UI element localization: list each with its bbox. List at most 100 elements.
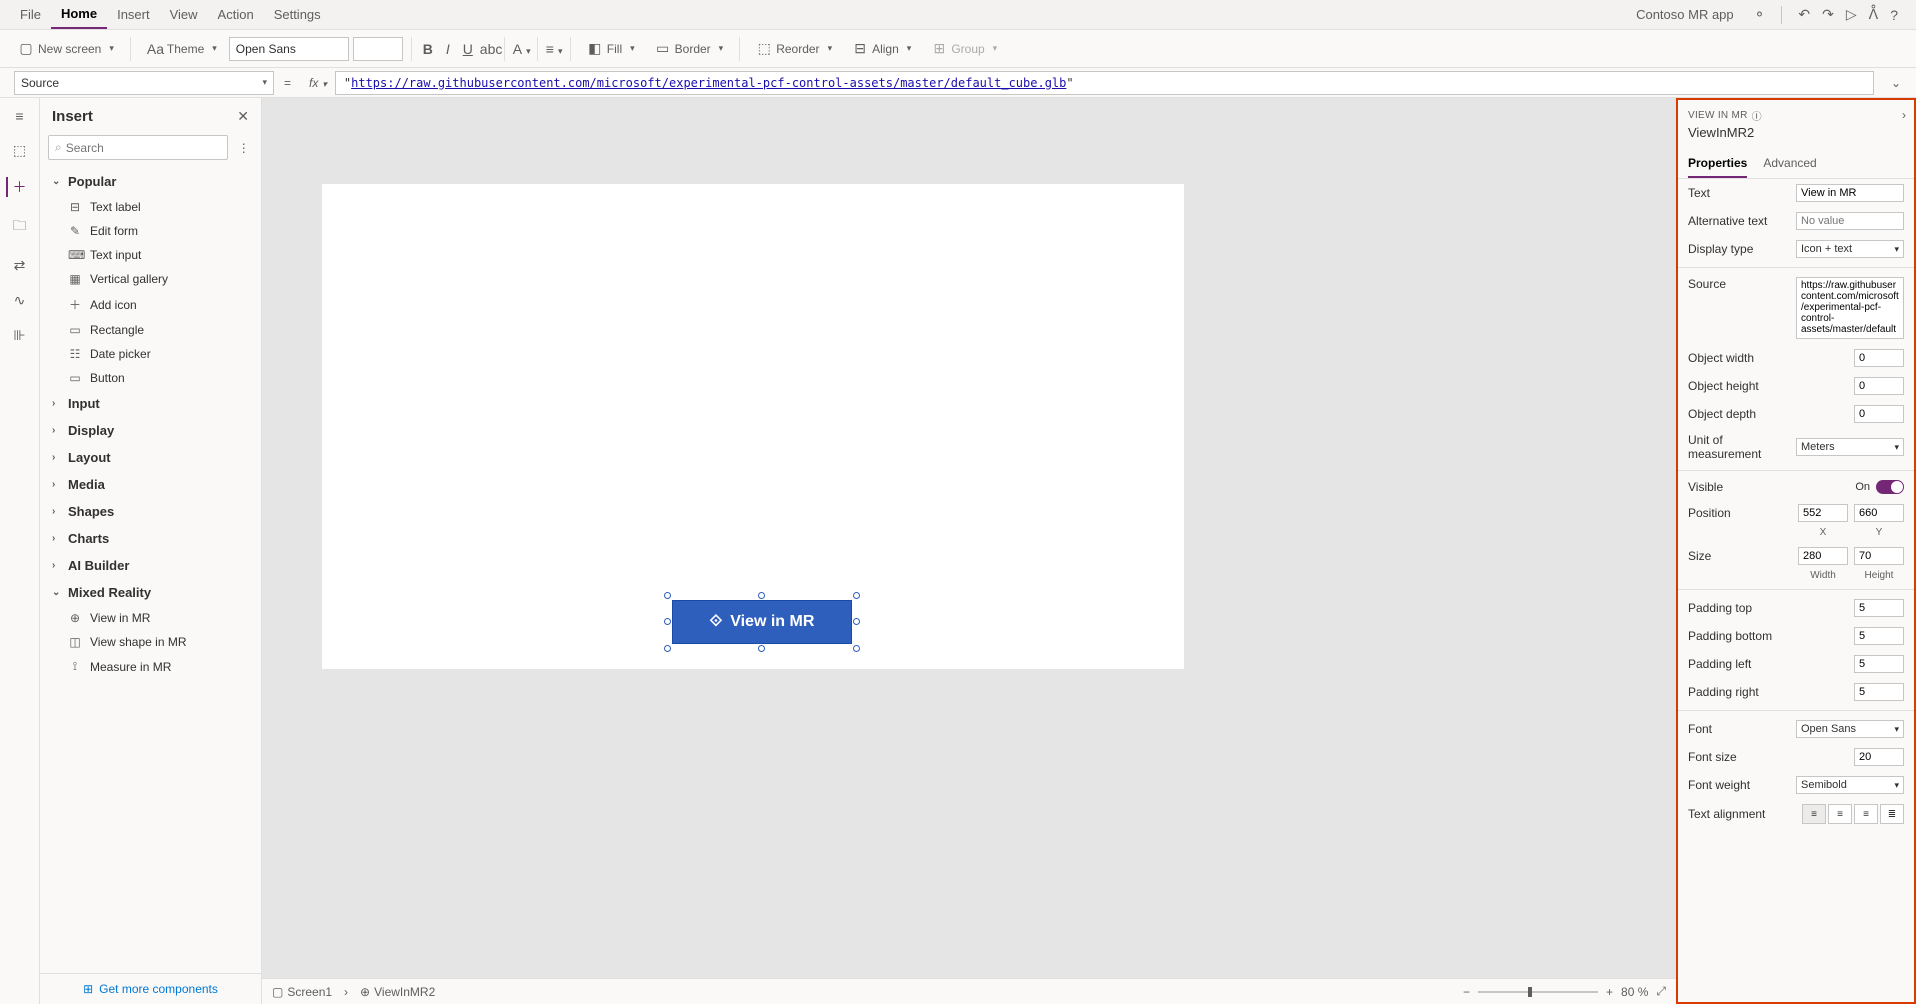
- environment-icon[interactable]: ⚬: [1754, 6, 1766, 23]
- border-button[interactable]: ▭Border: [647, 36, 732, 61]
- objdepth-input[interactable]: [1854, 405, 1904, 423]
- redo-icon[interactable]: ↷: [1822, 6, 1834, 23]
- item-edit-form[interactable]: ✎Edit form: [40, 219, 261, 243]
- zoom-slider[interactable]: [1478, 991, 1598, 993]
- padbottom-input[interactable]: [1854, 627, 1904, 645]
- alttext-input[interactable]: [1796, 212, 1904, 230]
- text-input[interactable]: [1796, 184, 1904, 202]
- fx-icon[interactable]: fx: [301, 76, 335, 90]
- source-input[interactable]: https://raw.githubusercontent.com/micros…: [1796, 277, 1904, 339]
- fontsize-input[interactable]: [353, 37, 403, 61]
- media-icon[interactable]: ⇄: [8, 257, 32, 274]
- new-screen-button[interactable]: ▢New screen: [10, 36, 122, 61]
- search-input[interactable]: ⌕: [48, 135, 228, 160]
- treeview-icon[interactable]: ⬚: [8, 142, 32, 159]
- advanced-icon[interactable]: ⊪: [8, 327, 32, 344]
- item-text-label[interactable]: ⊟Text label: [40, 195, 261, 219]
- info-icon[interactable]: ⓘ: [1752, 108, 1762, 123]
- item-button[interactable]: ▭Button: [40, 366, 261, 390]
- align-button[interactable]: ⊟Align: [844, 36, 919, 61]
- tab-properties[interactable]: Properties: [1688, 152, 1747, 178]
- crumb-screen[interactable]: ▢Screen1: [272, 985, 332, 999]
- align-center-button[interactable]: ≡: [1828, 804, 1852, 824]
- group-display[interactable]: Display: [40, 417, 261, 444]
- visible-toggle[interactable]: [1876, 480, 1904, 494]
- formula-link[interactable]: https://raw.githubusercontent.com/micros…: [351, 76, 1066, 90]
- size-w-input[interactable]: [1798, 547, 1848, 565]
- handle-ml[interactable]: [664, 618, 671, 625]
- fontweight-select[interactable]: Semibold▾: [1796, 776, 1904, 794]
- zoom-in-icon[interactable]: +: [1606, 985, 1613, 999]
- item-measure-in-mr[interactable]: ⟟Measure in MR: [40, 654, 261, 679]
- bold-icon[interactable]: B: [420, 41, 436, 57]
- align-text-icon[interactable]: ≡: [546, 41, 562, 57]
- group-popular[interactable]: Popular: [40, 168, 261, 195]
- fontcolor-icon[interactable]: A: [513, 41, 529, 57]
- group-layout[interactable]: Layout: [40, 444, 261, 471]
- menu-view[interactable]: View: [160, 1, 208, 28]
- more-icon[interactable]: ⋮: [234, 141, 254, 155]
- menu-action[interactable]: Action: [208, 1, 264, 28]
- align-left-button[interactable]: ≡: [1802, 804, 1826, 824]
- close-icon[interactable]: ✕: [237, 108, 249, 125]
- view-in-mr-control[interactable]: ⟐ View in MR: [672, 600, 852, 644]
- objwidth-input[interactable]: [1854, 349, 1904, 367]
- handle-tr[interactable]: [853, 592, 860, 599]
- handle-bm[interactable]: [758, 645, 765, 652]
- insert-rail-icon[interactable]: ＋: [6, 177, 30, 197]
- app-canvas[interactable]: ⟐ View in MR: [322, 184, 1184, 669]
- padright-input[interactable]: [1854, 683, 1904, 701]
- group-media[interactable]: Media: [40, 471, 261, 498]
- control-name[interactable]: ViewInMR2: [1688, 123, 1904, 148]
- fit-icon[interactable]: ⤢: [1656, 984, 1666, 999]
- handle-br[interactable]: [853, 645, 860, 652]
- item-text-input[interactable]: ⌨Text input: [40, 243, 261, 267]
- objheight-input[interactable]: [1854, 377, 1904, 395]
- fontsize-input-prop[interactable]: [1854, 748, 1904, 766]
- size-h-input[interactable]: [1854, 547, 1904, 565]
- help-icon[interactable]: ?: [1890, 7, 1898, 23]
- reorder-button[interactable]: ⬚Reorder: [748, 36, 840, 61]
- crumb-control[interactable]: ⊕ViewInMR2: [360, 985, 435, 999]
- font-select[interactable]: Open Sans: [229, 37, 349, 61]
- strike-icon[interactable]: abc: [480, 41, 496, 57]
- unit-select[interactable]: Meters▾: [1796, 438, 1904, 456]
- handle-tm[interactable]: [758, 592, 765, 599]
- formula-expand-icon[interactable]: ⌄: [1884, 76, 1908, 90]
- undo-icon[interactable]: ↶: [1798, 6, 1810, 23]
- position-y-input[interactable]: [1854, 504, 1904, 522]
- menu-insert[interactable]: Insert: [107, 1, 160, 28]
- group-input[interactable]: Input: [40, 390, 261, 417]
- menu-home[interactable]: Home: [51, 0, 107, 29]
- group-mixed-reality[interactable]: Mixed Reality: [40, 579, 261, 606]
- hamburger-icon[interactable]: ≡: [8, 108, 32, 124]
- handle-tl[interactable]: [664, 592, 671, 599]
- zoom-out-icon[interactable]: −: [1463, 985, 1470, 999]
- share-icon[interactable]: ᐰ: [1869, 6, 1879, 23]
- italic-icon[interactable]: I: [440, 41, 456, 57]
- group-button[interactable]: ⊞Group: [923, 36, 1005, 61]
- handle-bl[interactable]: [664, 645, 671, 652]
- data-icon[interactable]: 🗀: [8, 215, 32, 239]
- item-date-picker[interactable]: ☷Date picker: [40, 342, 261, 366]
- group-charts[interactable]: Charts: [40, 525, 261, 552]
- padleft-input[interactable]: [1854, 655, 1904, 673]
- menu-file[interactable]: File: [10, 1, 51, 28]
- font-select-prop[interactable]: Open Sans▾: [1796, 720, 1904, 738]
- align-justify-button[interactable]: ≣: [1880, 804, 1904, 824]
- group-shapes[interactable]: Shapes: [40, 498, 261, 525]
- theme-button[interactable]: AaTheme: [139, 37, 225, 61]
- menu-settings[interactable]: Settings: [264, 1, 331, 28]
- position-x-input[interactable]: [1798, 504, 1848, 522]
- item-rectangle[interactable]: ▭Rectangle: [40, 318, 261, 342]
- item-add-icon[interactable]: ＋Add icon: [40, 291, 261, 318]
- group-aibuilder[interactable]: AI Builder: [40, 552, 261, 579]
- expand-icon[interactable]: ›: [1902, 108, 1906, 122]
- play-icon[interactable]: ▷: [1846, 6, 1857, 23]
- variables-icon[interactable]: ∿: [8, 292, 32, 309]
- align-right-button[interactable]: ≡: [1854, 804, 1878, 824]
- canvas-area[interactable]: ⟐ View in MR ▢Screen1 › ⊕ViewInMR2 − +: [262, 98, 1676, 1004]
- handle-mr[interactable]: [853, 618, 860, 625]
- item-vertical-gallery[interactable]: ▦Vertical gallery: [40, 267, 261, 291]
- property-select[interactable]: Source▾: [14, 71, 274, 95]
